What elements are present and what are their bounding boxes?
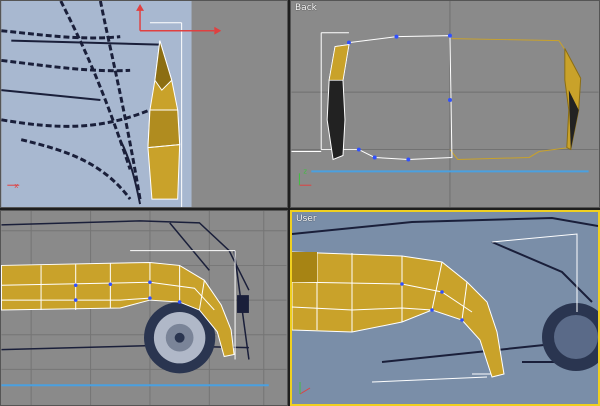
svg-text:z: z (303, 167, 307, 175)
viewport-back-canvas[interactable]: z (291, 1, 599, 207)
viewport-label-user[interactable]: User (296, 214, 317, 225)
viewport-top-left-canvas[interactable]: x (1, 1, 287, 207)
viewport-user[interactable]: User (290, 210, 600, 406)
svg-text:x: x (14, 182, 18, 190)
viewport-bottom-left[interactable] (0, 210, 288, 406)
viewport-back[interactable]: z Back (290, 0, 600, 208)
viewport-top-left[interactable]: x (0, 0, 288, 208)
viewport-user-canvas[interactable] (292, 212, 598, 404)
viewport-label-back[interactable]: Back (295, 3, 317, 14)
modeling-workspace: x z Back User (0, 0, 600, 406)
viewport-bottom-left-canvas[interactable] (1, 211, 287, 405)
